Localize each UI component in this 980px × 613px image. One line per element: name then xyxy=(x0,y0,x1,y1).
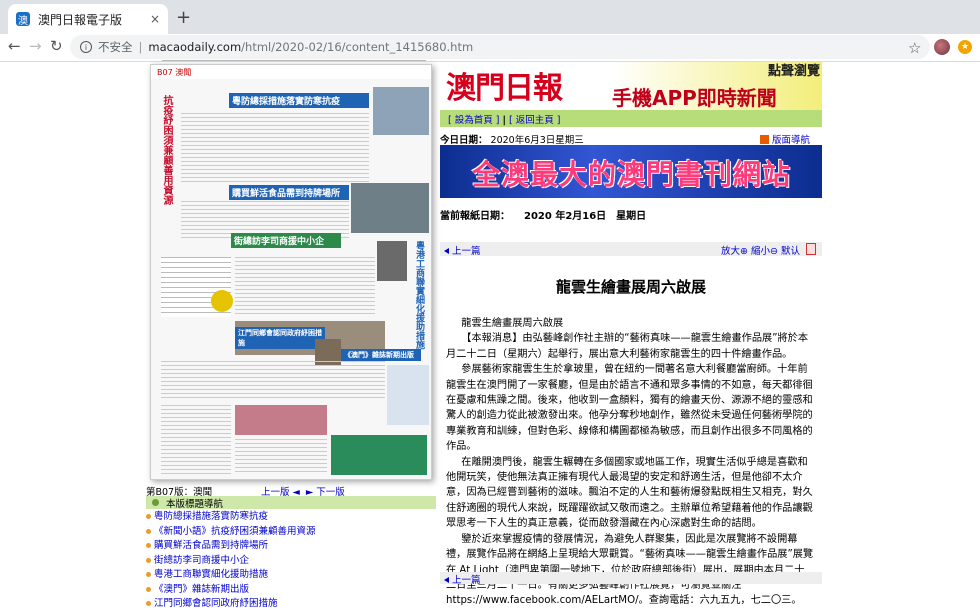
thumb-headline-5: 《澳門》雜誌新期出版 xyxy=(341,349,421,361)
thumb-text-block-3 xyxy=(235,257,375,317)
bookstore-ad-banner[interactable]: 全澳最大的澳門書刊網站 xyxy=(440,145,822,198)
thumb-text-block-5 xyxy=(161,405,231,475)
zoom-out-link[interactable]: 縮小 xyxy=(751,246,770,257)
thumb-text-block xyxy=(181,113,369,183)
thumb-photo-2 xyxy=(351,183,429,233)
browser-toolbar: ← → ↻ i 不安全 | macaodaily.com/html/2020-0… xyxy=(0,34,980,62)
print-icon[interactable] xyxy=(806,243,816,255)
app-banner[interactable]: 澳門日報 手機APP即時新聞 點聲瀏覽 xyxy=(440,62,822,110)
text-size-controls: 放大⊕ 縮小⊖ 默认 xyxy=(721,243,800,257)
toc-item[interactable]: 粵港工商聯實細化援助措施 xyxy=(146,568,436,583)
pubdate-value: 2020 年2月16日 星期日 xyxy=(524,211,647,222)
address-bar[interactable]: i 不安全 | macaodaily.com/html/2020-02/16/c… xyxy=(70,35,930,59)
thumb-portrait xyxy=(377,241,407,281)
new-tab-button[interactable]: + xyxy=(176,7,191,28)
bookstore-ad-text: 全澳最大的澳門書刊網站 xyxy=(472,158,792,191)
bottom-prev-article-link[interactable]: 上一篇 xyxy=(444,572,481,586)
thumb-headline-4: 江門同鄉會認同政府紓困措施 xyxy=(235,327,325,349)
profile-avatar[interactable] xyxy=(934,39,950,55)
zoom-out-icon[interactable]: ⊖ xyxy=(770,246,778,257)
thumb-ad xyxy=(331,435,427,475)
article-paragraph: 龍雲生繪畫展周六啟展 xyxy=(461,318,564,329)
toc-header: 本版標題導航 xyxy=(146,496,436,510)
macao-daily-logo: 澳門日報 xyxy=(446,71,563,106)
publication-date: 當前報紙日期： 2020 年2月16日 星期日 xyxy=(440,207,646,222)
site-favicon-icon: 澳 xyxy=(16,12,30,27)
article-title: 龍雲生繪畫展周六啟展 xyxy=(555,278,706,296)
separator: | xyxy=(138,40,143,54)
back-home-link[interactable]: [ 返回主頁 ] xyxy=(509,115,560,126)
toc-item[interactable]: 《新聞小語》抗疫紓困須兼顧善用資源 xyxy=(146,525,436,540)
thumb-vertical-headline: 抗疫紓困須兼顧善用資源 xyxy=(161,95,172,205)
prev-article-label: 上一篇 xyxy=(452,246,481,257)
extension-icon[interactable]: ★ xyxy=(958,40,972,54)
thumb-text-block-6 xyxy=(235,439,327,475)
link-separator: | xyxy=(502,115,506,126)
thumb-header: B07 澳聞 xyxy=(151,65,431,79)
tab-strip: 澳 澳門日報電子版 × + xyxy=(0,0,980,34)
article-paragraph: 鑒於近來掌握疫情的發展情況，為避免人群聚集，因此是次展覽將不設開幕禮，展覽作品將… xyxy=(446,533,814,607)
pubdate-label: 當前報紙日期： xyxy=(440,211,510,222)
toc-item[interactable]: 粵防總採措施落實防寒抗疫 xyxy=(146,510,436,525)
article-paragraph: 參展藝術家龍雲生生於拿玻里，曾在紐約一間著名意大利餐廳當廚師。十年前龍雲生在澳門… xyxy=(446,364,813,453)
zoom-in-icon[interactable]: ⊕ xyxy=(740,246,748,257)
thumb-poster xyxy=(235,405,327,435)
forward-arrow-icon[interactable]: → xyxy=(29,37,42,55)
banner-subtitle: 手機APP即時新聞 xyxy=(612,86,777,110)
zoom-in-link[interactable]: 放大 xyxy=(721,246,740,257)
toc-list: 粵防總採措施落實防寒抗疫 《新聞小語》抗疫紓困須兼顧善用資源 購買鮮活食品需到持… xyxy=(146,510,436,612)
set-homepage-link[interactable]: [ 設為首頁 ] xyxy=(448,115,499,126)
tab-title: 澳門日報電子版 xyxy=(38,12,123,27)
thumb-headline-3: 街總訪李司商援中小企 xyxy=(231,233,341,248)
prev-article-link[interactable]: 上一篇 xyxy=(444,243,481,257)
thumb-headline-2: 購買鮮活食品需到持牌場所 xyxy=(229,185,349,200)
back-arrow-icon[interactable]: ← xyxy=(8,37,21,55)
newspaper-page-thumbnail[interactable]: B07 澳聞 抗疫紓困須兼顧善用資源 粵防總採措施落實防寒抗疫 購買鮮活食品需到… xyxy=(150,64,432,480)
toc-item[interactable]: 街總訪李司商援中小企 xyxy=(146,554,436,569)
thumb-text-block-4 xyxy=(161,361,385,401)
url-host: macaodaily.com xyxy=(148,40,242,54)
default-size-link[interactable]: 默认 xyxy=(781,246,800,257)
triangle-left-icon xyxy=(444,577,449,583)
article-body: 龍雲生繪畫展周六啟展 【本報消息】由弘藝峰創作社主辦的“藝術真味——龍雲生繪畫作… xyxy=(446,316,814,609)
layout-nav-link[interactable]: 版面導航 xyxy=(760,132,810,146)
bookmark-star-icon[interactable]: ☆ xyxy=(908,39,921,57)
info-icon[interactable]: i xyxy=(80,41,92,53)
banner-tag: 點聲瀏覽 xyxy=(767,64,820,79)
triangle-left-icon xyxy=(444,248,449,254)
article-paragraph: 【本報消息】由弘藝峰創作社主辦的“藝術真味——龍雲生繪畫作品展”將於本月二十二日… xyxy=(446,333,809,360)
link-bar: [ 設為首頁 ] | [ 返回主頁 ] xyxy=(440,110,822,127)
today-row: 今日日期： 2020年6月3日星期三 版面導航 xyxy=(440,132,822,146)
security-label: 不安全 xyxy=(98,40,133,54)
close-tab-icon[interactable]: × xyxy=(150,12,160,26)
browser-tab[interactable]: 澳 澳門日報電子版 × xyxy=(8,4,168,34)
url-path: /html/2020-02/16/content_1415680.htm xyxy=(241,40,474,54)
article-controls: 上一篇 放大⊕ 縮小⊖ 默认 xyxy=(440,242,822,257)
reload-icon[interactable]: ↻ xyxy=(50,37,63,55)
thumb-vertical-headline-2: 粵港工商聯實細化援助措施 xyxy=(414,241,424,349)
thumb-logo xyxy=(211,290,233,312)
article-paragraph: 在離開澳門後，龍雲生輾轉在多個國家或地區工作，現實生活似乎總是喜歡和他開玩笑，使… xyxy=(446,456,813,530)
toc-item[interactable]: 購買鮮活食品需到持牌場所 xyxy=(146,539,436,554)
page-content: B07 澳聞 抗疫紓困須兼顧善用資源 粵防總採措施落實防寒抗疫 購買鮮活食品需到… xyxy=(0,60,980,613)
toc-item[interactable]: 《澳門》雜誌新期出版 xyxy=(146,583,436,598)
thumb-cover xyxy=(387,365,429,425)
thumb-headline-1: 粵防總採措施落實防寒抗疫 xyxy=(229,93,369,108)
article-bottom-bar: 上一篇 xyxy=(440,572,822,586)
bottom-prev-label: 上一篇 xyxy=(452,575,481,586)
thumb-photo-1 xyxy=(373,87,429,135)
toc-item[interactable]: 江門同鄉會認同政府紓困措施 xyxy=(146,597,436,612)
